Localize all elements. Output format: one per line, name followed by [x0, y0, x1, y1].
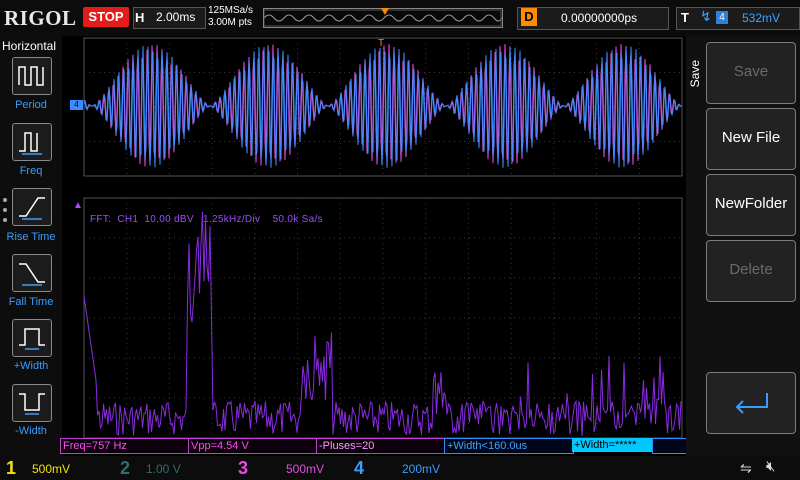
fft-info: FFT: CH1 10.00 dBV 1.25kHz/Div 50.0k Sa/…	[90, 214, 323, 225]
measurement-freq[interactable]: Freq=757 Hz	[60, 438, 190, 454]
scope-display[interactable]	[62, 36, 684, 456]
usb-icon: ⇋	[740, 460, 752, 476]
delete-button[interactable]: Delete	[706, 240, 796, 302]
period-button[interactable]	[12, 57, 52, 95]
rise-time-icon	[19, 197, 45, 220]
trigger-cursor: T	[378, 38, 385, 49]
channel-4-scale[interactable]: 200mV	[402, 462, 440, 476]
period-icon	[18, 66, 44, 86]
fft-grid	[83, 197, 683, 439]
return-button[interactable]	[706, 372, 796, 434]
trigger-key: T	[681, 10, 689, 25]
measurement-vpp[interactable]: Vpp=4.54 V	[188, 438, 318, 454]
waveform-canvas	[83, 37, 683, 439]
speaker-muted-icon[interactable]: 🔇︎	[766, 458, 775, 475]
trigger-box[interactable]	[676, 7, 800, 30]
right-menu-title: Save	[688, 60, 702, 88]
channel-1-scale[interactable]: 500mV	[32, 462, 70, 476]
run-stop-status[interactable]: STOP	[83, 7, 129, 27]
measurement-plus-width-ch4[interactable]: +Width<160.0us	[444, 438, 574, 454]
period-label: Period	[15, 99, 47, 111]
sample-rate: 125MSa/s	[208, 5, 254, 16]
new-file-label: New File	[721, 129, 781, 146]
fall-time-icon	[19, 263, 45, 286]
save-button[interactable]: Save	[706, 42, 796, 104]
minus-width-button[interactable]	[12, 384, 52, 422]
freq-button[interactable]	[12, 123, 52, 161]
channel-4-number[interactable]: 4	[354, 458, 364, 479]
trigger-source: 4	[716, 11, 728, 24]
rising-edge-icon: ↯	[700, 8, 712, 24]
channel-3-number[interactable]: 3	[238, 458, 248, 479]
channel-2-number[interactable]: 2	[120, 458, 130, 479]
delete-label: Delete	[729, 261, 773, 278]
trigger-level: 532mV	[742, 11, 781, 25]
left-menu-title: Horizontal	[2, 39, 57, 53]
delay-value: 0.00000000ps	[561, 11, 638, 25]
timebase-value: 2.00ms	[156, 10, 196, 24]
rigol-logo: RIGOL	[4, 6, 77, 30]
trigger-position-marker	[381, 8, 389, 15]
new-file-button[interactable]: New File	[706, 108, 796, 170]
plus-width-icon	[19, 328, 45, 350]
new-folder-label: NewFolder	[714, 195, 788, 212]
rise-time-button[interactable]	[12, 188, 52, 226]
minus-width-label: -Width	[15, 425, 47, 437]
memory-depth: 3.00M pts	[208, 17, 252, 28]
measurement-minus-pulses[interactable]: -Pluses=20	[316, 438, 446, 454]
fft-offset-marker[interactable]: ▲	[73, 200, 83, 211]
save-label: Save	[733, 63, 769, 80]
channel-1-number[interactable]: 1	[6, 458, 16, 479]
measurement-plus-width[interactable]: +Width=*****	[572, 438, 652, 452]
freq-icon	[19, 132, 42, 155]
plus-width-label: +Width	[13, 360, 49, 372]
fall-time-button[interactable]	[12, 254, 52, 292]
freq-label: Freq	[19, 165, 43, 177]
fall-time-label: Fall Time	[8, 296, 54, 308]
channel-offset-marker[interactable]: 4	[70, 100, 83, 110]
minus-width-icon	[19, 393, 45, 415]
time-waveform	[83, 43, 683, 168]
new-folder-button[interactable]: NewFolder	[706, 174, 796, 236]
return-icon	[735, 393, 768, 414]
channel-2-scale[interactable]: 1.00 V	[146, 462, 181, 476]
plus-width-button[interactable]	[12, 319, 52, 357]
rise-time-label: Rise Time	[6, 231, 56, 243]
timebase-key: H	[135, 10, 145, 25]
channel-3-scale[interactable]: 500mV	[286, 462, 324, 476]
delay-key: D	[521, 8, 537, 26]
